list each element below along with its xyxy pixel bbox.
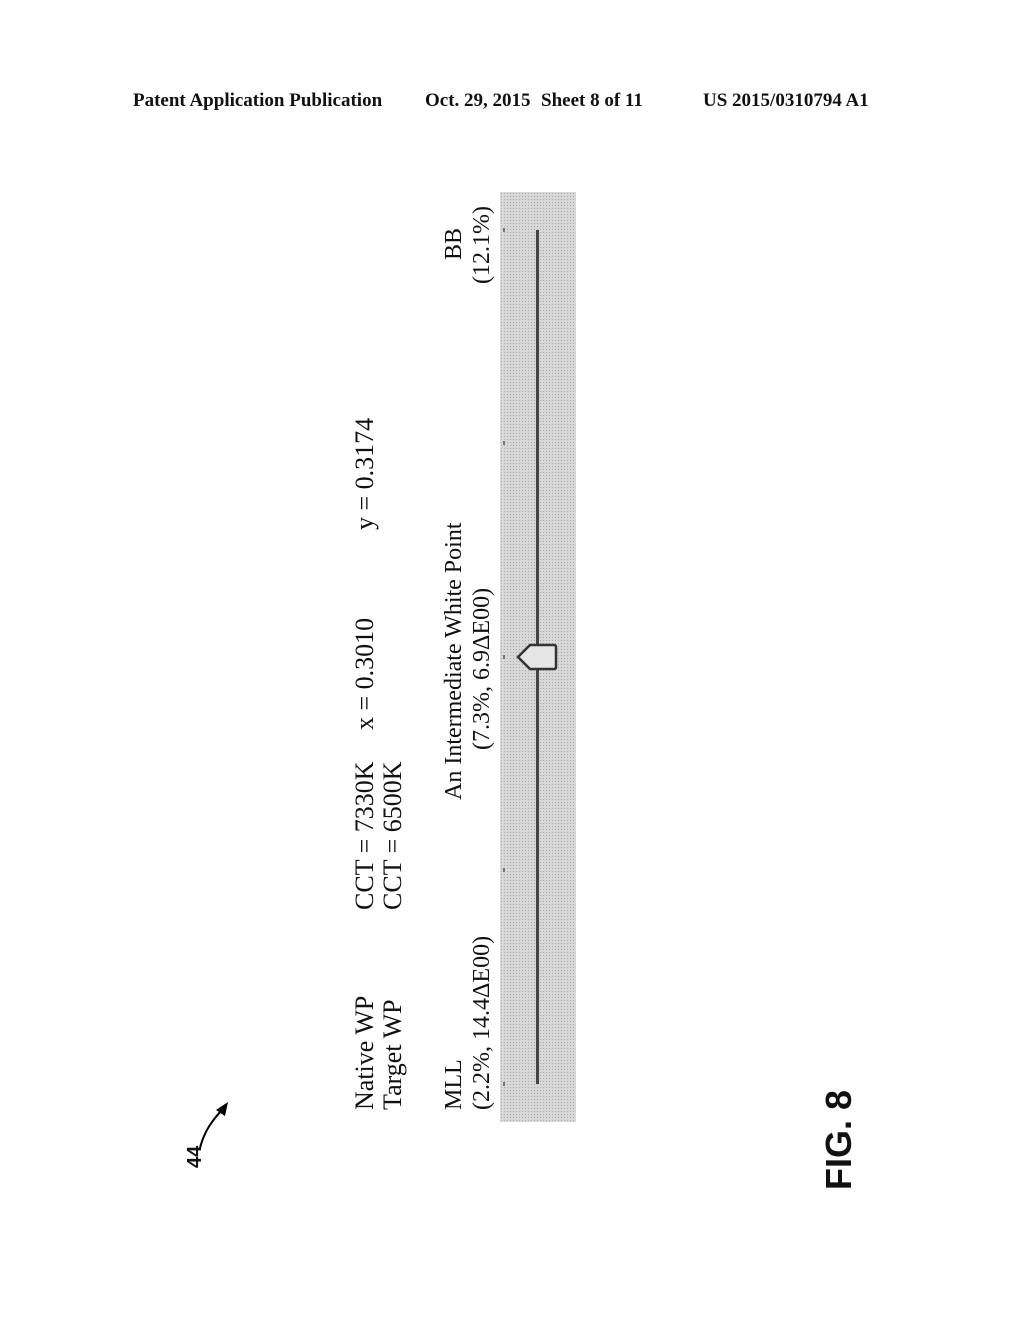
publication-date: Oct. 29, 2015 [425, 90, 531, 111]
bb-label: BB [441, 227, 467, 260]
mll-label: MLL [441, 1059, 467, 1110]
intermediate-label: An Intermediate White Point [441, 522, 467, 801]
slider-tick [503, 868, 505, 873]
figure-label: FIG. 8 [818, 1089, 859, 1190]
mll-detail: (2.2%, 14.4ΔE00) [469, 935, 495, 1110]
slider-thumb[interactable] [516, 643, 558, 671]
reference-arrow-icon [199, 1102, 228, 1149]
publication-title: Patent Application Publication [133, 90, 383, 111]
slider-tick [503, 441, 505, 446]
intermediate-detail: (7.3%, 6.9ΔE00) [469, 587, 495, 750]
native-cct: CCT = 7330K [350, 761, 379, 910]
native-wp-label: Native WP [350, 995, 379, 1110]
slider[interactable] [500, 192, 576, 1122]
native-x: x = 0.3010 [350, 617, 379, 730]
slider-tick [503, 1082, 505, 1086]
target-cct: CCT = 6500K [378, 761, 407, 910]
patent-number: US 2015/0310794 A1 [703, 90, 869, 111]
native-y: y = 0.3174 [350, 417, 379, 530]
white-point-panel: Native WP CCT = 7330K x = 0.3010 y = 0.3… [350, 192, 582, 1122]
sheet-number: Sheet 8 of 11 [541, 90, 643, 111]
bb-detail: (12.1%) [469, 206, 495, 284]
slider-tick [503, 228, 505, 232]
target-wp-label: Target WP [378, 999, 407, 1110]
slider-tick [503, 655, 505, 659]
